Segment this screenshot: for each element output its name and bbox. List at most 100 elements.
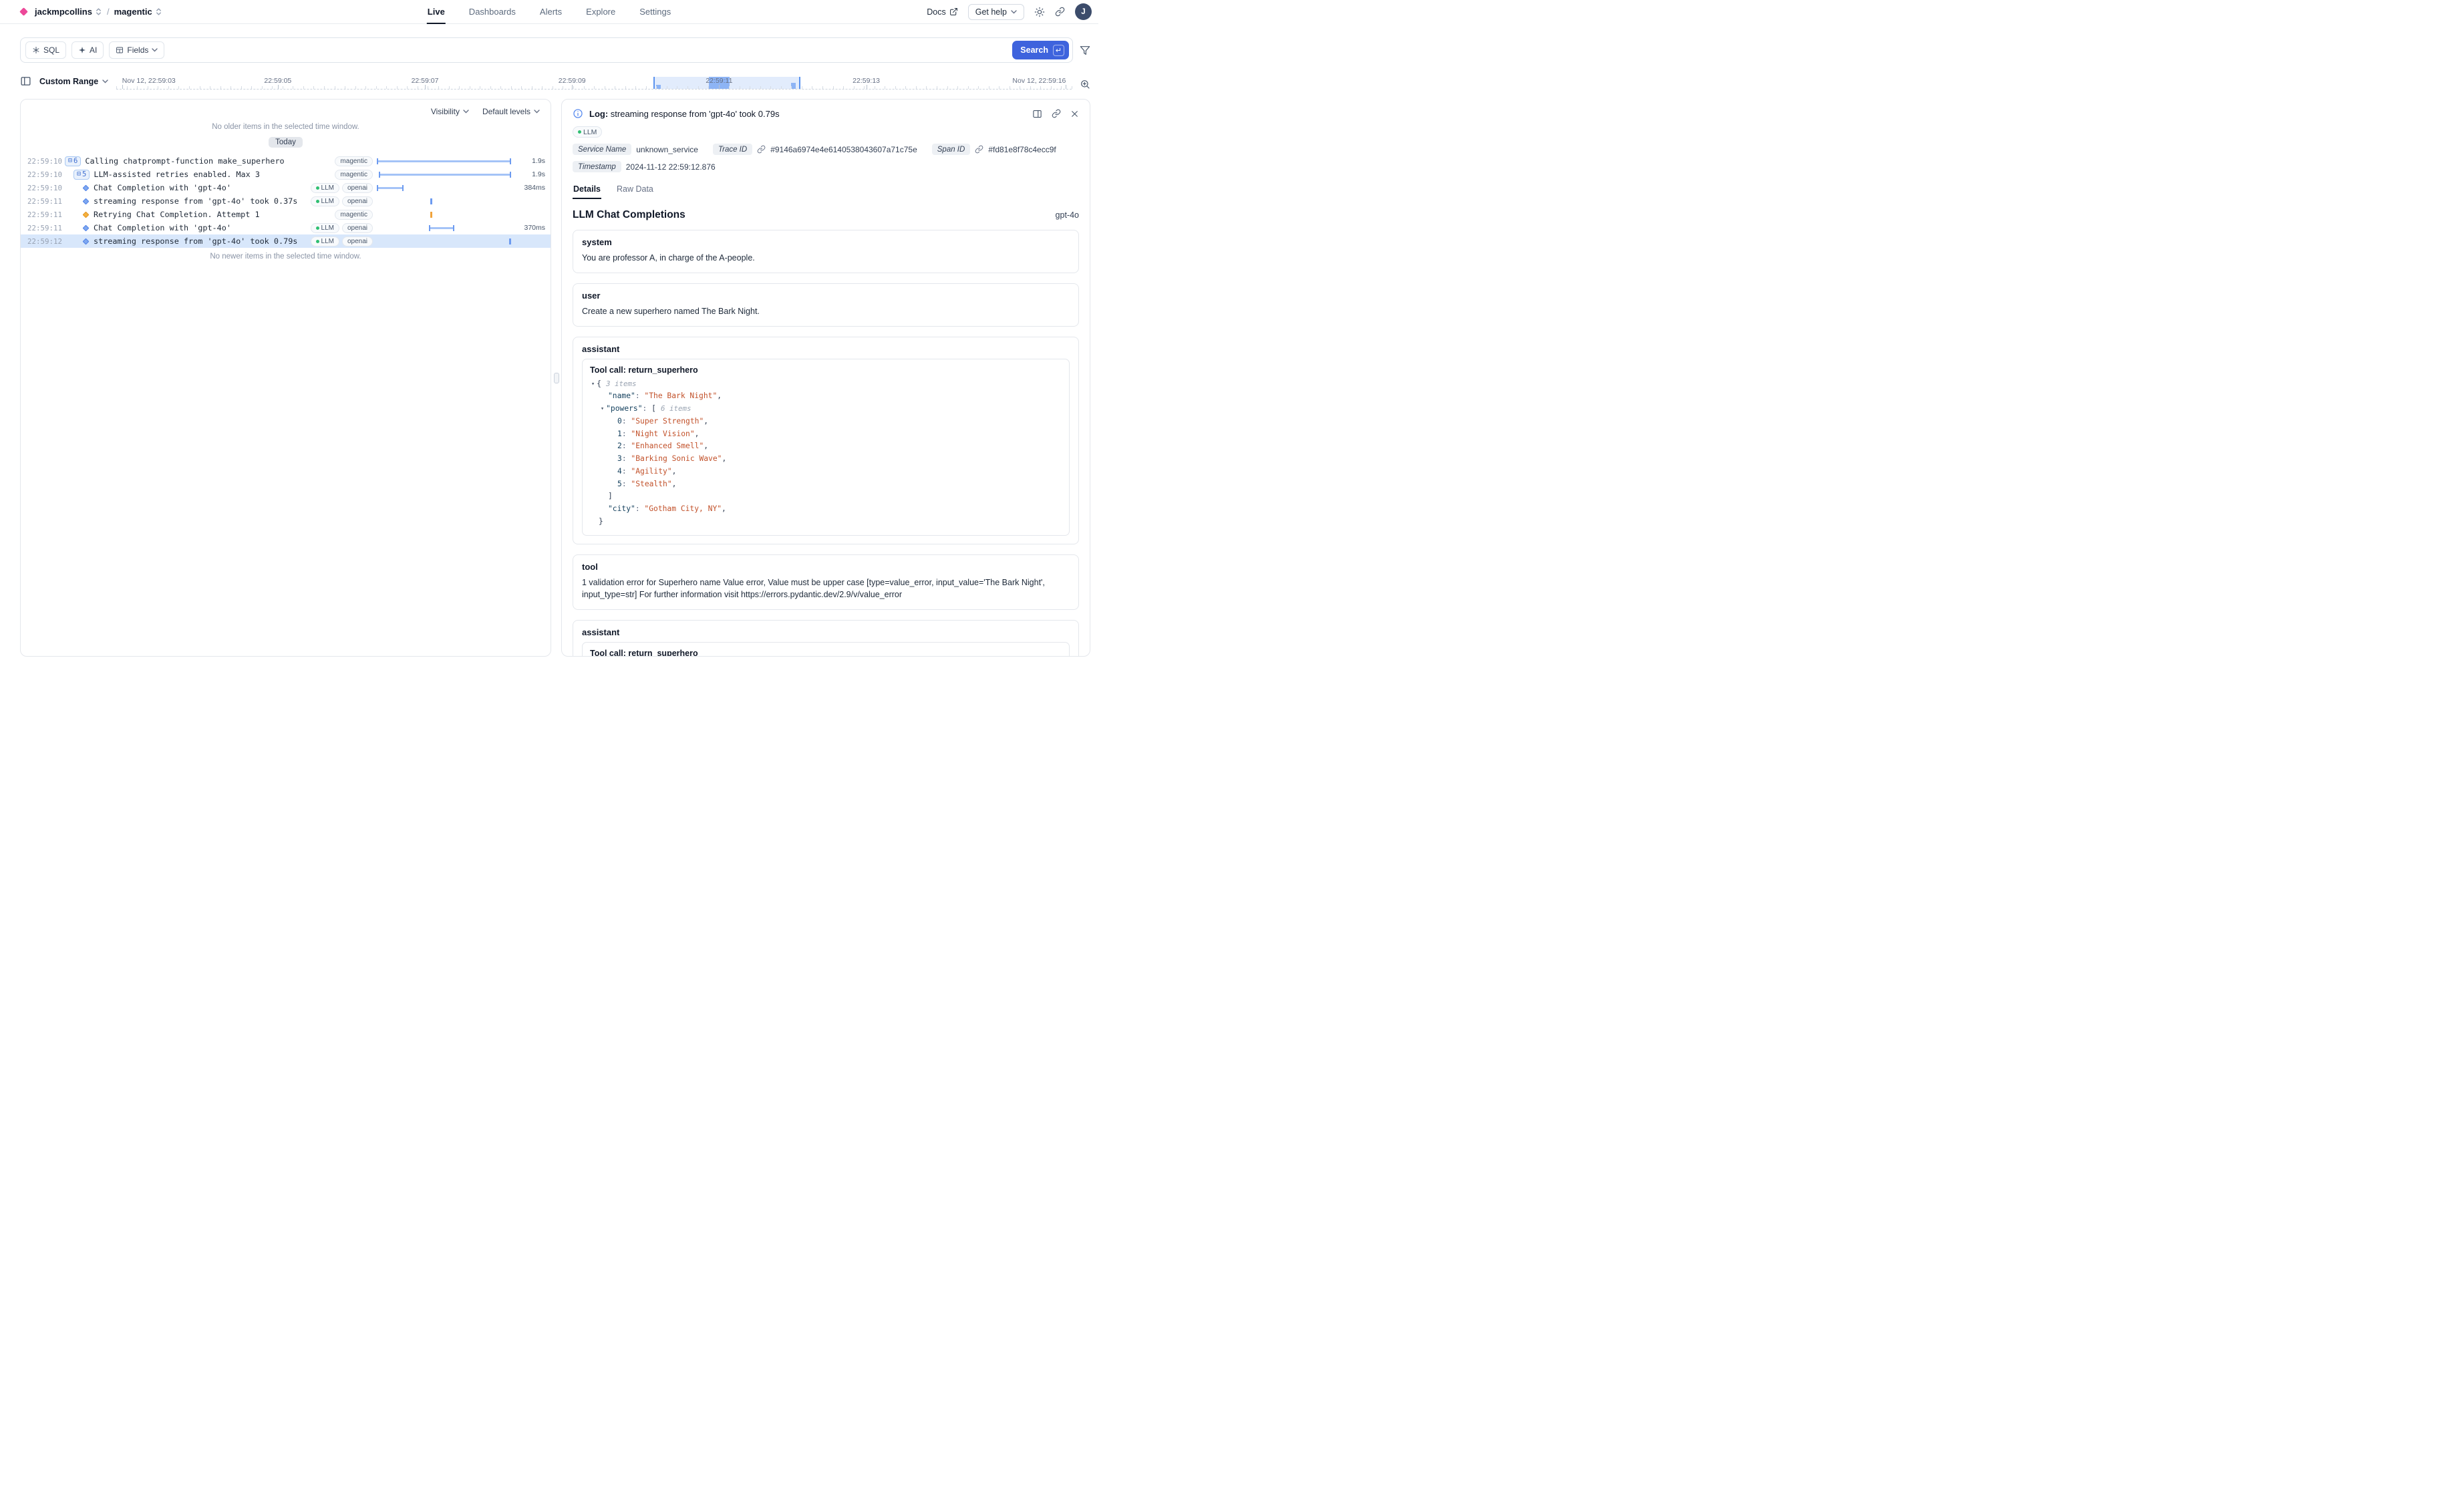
copy-link-button[interactable] bbox=[1052, 109, 1061, 118]
theme-toggle-button[interactable] bbox=[1034, 7, 1045, 17]
log-row[interactable]: 22:59:10Chat Completion with 'gpt-4o'LLM… bbox=[21, 181, 551, 194]
span-duration-label: 1.9s bbox=[514, 157, 545, 165]
json-line: } bbox=[599, 516, 1062, 528]
json-key: 3 bbox=[617, 454, 622, 463]
log-timestamp: 22:59:11 bbox=[27, 197, 65, 206]
chip-label: LLM bbox=[321, 224, 334, 232]
json-key: 4 bbox=[617, 467, 622, 476]
collapse-sidebar-button[interactable] bbox=[20, 75, 31, 87]
span-duration-bar bbox=[377, 187, 404, 189]
org-selector[interactable]: jackmpcollins bbox=[35, 7, 102, 17]
log-row[interactable]: 22:59:10⊟6Calling chatprompt-function ma… bbox=[21, 154, 551, 168]
user-avatar[interactable]: J bbox=[1075, 3, 1092, 20]
log-tag-chip: magentic bbox=[335, 170, 373, 180]
message-text: You are professor A, in charge of the A-… bbox=[582, 252, 1070, 265]
timeline-minor-tick bbox=[843, 86, 844, 89]
span-id-link[interactable] bbox=[975, 145, 983, 154]
share-link-button[interactable] bbox=[1055, 7, 1065, 17]
json-line: ▾"powers": [6 items bbox=[599, 403, 1062, 416]
message-card: userCreate a new superhero named The Bar… bbox=[573, 283, 1079, 327]
search-query-input[interactable] bbox=[170, 38, 1007, 62]
trace-id-link[interactable] bbox=[757, 145, 766, 154]
json-collapse-arrow-icon[interactable]: ▾ bbox=[591, 379, 595, 389]
visibility-dropdown[interactable]: Visibility bbox=[431, 107, 469, 116]
docs-link[interactable]: Docs bbox=[927, 7, 957, 17]
fields-button[interactable]: Fields bbox=[109, 41, 164, 59]
timeline-minor-tick bbox=[947, 86, 948, 89]
docs-label: Docs bbox=[927, 7, 945, 17]
log-row[interactable]: 22:59:10⊟5LLM-assisted retries enabled. … bbox=[21, 168, 551, 181]
json-item-count: 6 items bbox=[661, 404, 691, 413]
tab-settings[interactable]: Settings bbox=[639, 0, 671, 24]
timeline-minor-tick bbox=[521, 86, 522, 89]
timeline-minor-tick bbox=[324, 86, 325, 89]
json-bracket: ] bbox=[608, 492, 613, 500]
timeline-tick-label: 22:59:05 bbox=[264, 77, 291, 85]
search-box: SQL AI Fields Search ↵ bbox=[20, 37, 1073, 63]
span-id-value[interactable]: #fd81e8f78c4ecc9f bbox=[988, 145, 1056, 154]
today-divider: Today bbox=[21, 136, 551, 148]
search-button[interactable]: Search ↵ bbox=[1012, 41, 1069, 59]
logfire-logo-icon[interactable] bbox=[19, 7, 28, 16]
span-waterfall bbox=[377, 194, 514, 208]
span-duration-label: 370ms bbox=[514, 224, 545, 232]
default-levels-dropdown[interactable]: Default levels bbox=[482, 107, 540, 116]
timeline-minor-tick bbox=[116, 86, 117, 89]
message-text: 1 validation error for Superhero name Va… bbox=[582, 576, 1070, 602]
log-row[interactable]: 22:59:11streaming response from 'gpt-4o'… bbox=[21, 194, 551, 208]
open-in-table-button[interactable] bbox=[1032, 109, 1042, 119]
tab-alerts[interactable]: Alerts bbox=[539, 0, 563, 24]
log-row[interactable]: 22:59:11Retrying Chat Completion. Attemp… bbox=[21, 208, 551, 221]
link-icon bbox=[1055, 7, 1065, 17]
timeline-minor-tick bbox=[230, 86, 231, 89]
tab-dashboards[interactable]: Dashboards bbox=[468, 0, 516, 24]
timeline-minor-tick bbox=[127, 86, 128, 89]
json-string-value: "The Bark Night" bbox=[644, 391, 717, 400]
timeline-minor-tick bbox=[459, 86, 460, 89]
tab-live[interactable]: Live bbox=[427, 0, 446, 24]
span-instant-tick bbox=[509, 238, 511, 244]
get-help-label: Get help bbox=[975, 7, 1007, 17]
zoom-in-button[interactable] bbox=[1080, 79, 1090, 90]
span-collapse-badge[interactable]: ⊟6 bbox=[65, 156, 81, 166]
log-tag-chip: openai bbox=[342, 183, 373, 193]
log-row[interactable]: 22:59:11Chat Completion with 'gpt-4o'LLM… bbox=[21, 221, 551, 234]
span-collapse-badge[interactable]: ⊟5 bbox=[73, 170, 90, 180]
sql-mode-button[interactable]: SQL bbox=[25, 41, 66, 59]
llm-tag-label: LLM bbox=[583, 128, 597, 136]
llm-dot-icon bbox=[316, 186, 319, 190]
service-name-label: Service Name bbox=[573, 144, 631, 155]
log-message: Retrying Chat Completion. Attempt 1 bbox=[94, 210, 260, 219]
panel-resize-handle[interactable] bbox=[554, 373, 559, 383]
span-waterfall bbox=[377, 234, 514, 248]
json-collapse-arrow-icon[interactable]: ▾ bbox=[601, 404, 604, 413]
timeline-minor-tick bbox=[635, 86, 636, 89]
ai-mode-button[interactable]: AI bbox=[71, 41, 104, 59]
timeline-major-tick bbox=[278, 85, 279, 89]
chevron-down-icon bbox=[102, 79, 108, 84]
json-string-value: "Stealth" bbox=[631, 480, 671, 488]
collapse-icon: ⊟ bbox=[77, 171, 81, 178]
trace-id-value[interactable]: #9146a6974e4e6140538043607a71c75e bbox=[770, 145, 917, 154]
close-detail-button[interactable] bbox=[1070, 110, 1079, 118]
filter-button[interactable] bbox=[1080, 45, 1090, 55]
tab-details[interactable]: Details bbox=[573, 182, 601, 199]
timeline-minor-tick bbox=[386, 86, 387, 89]
project-name: magentic bbox=[114, 7, 152, 17]
tab-raw-data[interactable]: Raw Data bbox=[616, 182, 654, 199]
tool-call-card: Tool call: return_superhero▾{3 items"nam… bbox=[582, 642, 1070, 656]
table-icon bbox=[116, 46, 124, 54]
time-range-selector[interactable]: Custom Range bbox=[39, 77, 108, 86]
get-help-button[interactable]: Get help bbox=[968, 4, 1024, 20]
project-selector[interactable]: magentic bbox=[114, 7, 162, 17]
main-panels: Visibility Default levels No older items… bbox=[20, 99, 1090, 657]
span-instant-tick bbox=[430, 198, 432, 204]
timeline-minor-tick bbox=[1040, 86, 1041, 89]
json-line: 4: "Agility", bbox=[599, 466, 1062, 478]
timeline-minor-tick bbox=[957, 86, 958, 89]
tab-explore[interactable]: Explore bbox=[585, 0, 616, 24]
timeline-strip[interactable]: Nov 12, 22:59:0322:59:0522:59:0722:59:09… bbox=[116, 71, 1072, 98]
log-row[interactable]: 22:59:12streaming response from 'gpt-4o'… bbox=[21, 234, 551, 248]
chip-label: magentic bbox=[340, 171, 367, 178]
message-role: assistant bbox=[582, 344, 1070, 354]
